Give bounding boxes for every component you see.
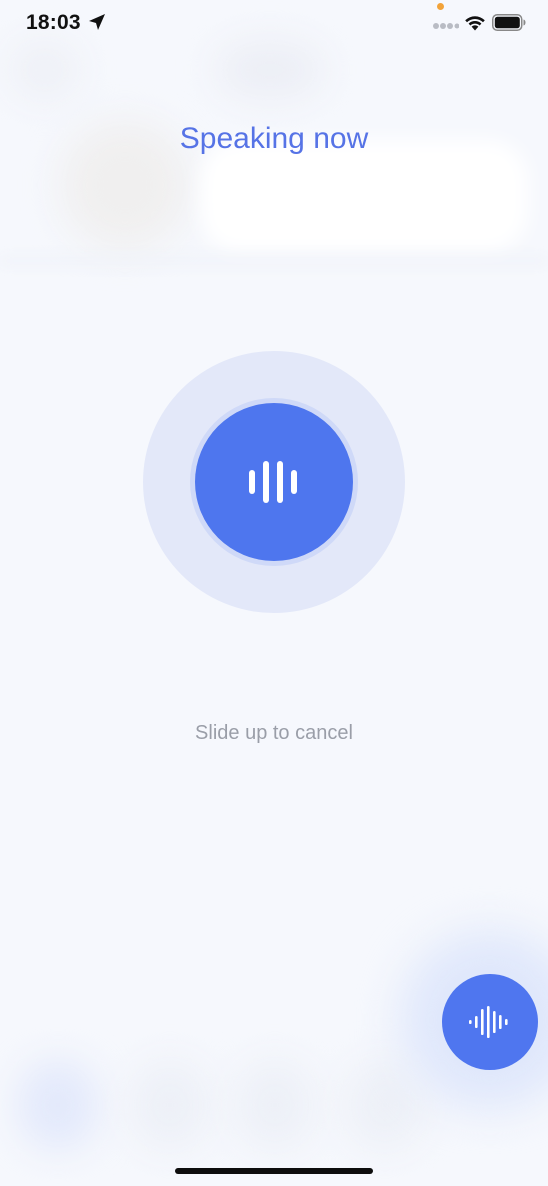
home-indicator[interactable] bbox=[175, 1168, 373, 1174]
slide-to-cancel-hint: Slide up to cancel bbox=[195, 722, 353, 744]
blurred-tab-item bbox=[235, 1060, 315, 1150]
status-time: 18:03 bbox=[26, 11, 81, 34]
voice-input-screen: 18:03 Speaking now Slide up to cancel bbox=[0, 0, 548, 1186]
waveform-icon bbox=[469, 1006, 508, 1038]
audio-bars-icon bbox=[249, 461, 297, 503]
privacy-indicator-dot bbox=[437, 3, 444, 10]
cellular-signal-icon bbox=[433, 23, 459, 29]
speaking-status-title: Speaking now bbox=[179, 122, 369, 155]
location-arrow-icon bbox=[89, 14, 105, 30]
blurred-tab-item bbox=[345, 1060, 425, 1150]
voice-assistant-fab[interactable] bbox=[442, 974, 538, 1070]
blurred-tab-item bbox=[18, 1060, 98, 1150]
wifi-icon bbox=[465, 16, 485, 31]
blurred-tab-item bbox=[130, 1060, 210, 1150]
voice-record-button[interactable] bbox=[195, 403, 353, 561]
blurred-background-content bbox=[10, 40, 80, 100]
blurred-background-divider bbox=[0, 258, 548, 264]
status-bar: 18:03 bbox=[0, 0, 548, 48]
battery-icon bbox=[492, 14, 526, 31]
blurred-background-card bbox=[200, 140, 528, 252]
blurred-background-content bbox=[215, 40, 325, 100]
